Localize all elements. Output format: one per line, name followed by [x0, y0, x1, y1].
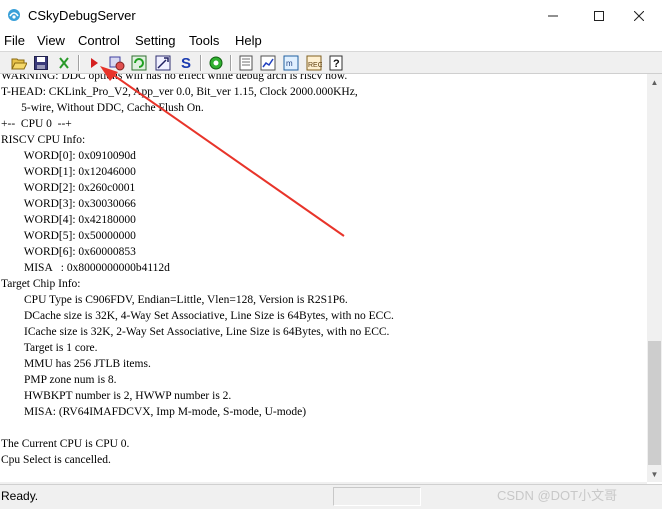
menu-help[interactable]: Help [235, 33, 262, 48]
stop-icon [59, 57, 69, 69]
console-line: MMU has 256 JTLB items. [1, 358, 151, 370]
console-line: RISCV CPU Info: [1, 134, 86, 146]
target-icon [209, 56, 223, 70]
console-line: WORD[5]: 0x50000000 [1, 230, 136, 242]
maximize-icon [594, 10, 604, 21]
scroll-up-icon[interactable]: ▲ [647, 74, 662, 90]
console-line: WORD[4]: 0x42180000 [1, 214, 136, 226]
watermark-text: CSDN @DOT小文哥 [497, 488, 618, 503]
plugin-icon [155, 55, 171, 71]
console-line: +-- CPU 0 --+ [1, 118, 72, 130]
chart-button[interactable] [259, 54, 277, 72]
toolbar-separator [78, 55, 80, 71]
console-line: WORD[0]: 0x0910090d [1, 150, 136, 162]
svg-text:m: m [286, 59, 293, 68]
console-line: WORD[6]: 0x60000853 [1, 246, 136, 258]
console-line: PMP zone num is 8. [1, 374, 117, 386]
run-icon [91, 58, 98, 68]
open-button[interactable] [10, 54, 28, 72]
refresh-icon [131, 55, 147, 71]
register-button[interactable]: REG [305, 54, 323, 72]
status-text: Ready. [1, 489, 39, 503]
script-icon: S [181, 55, 191, 71]
save-icon [34, 56, 48, 70]
console-line: Target Chip Info: [1, 278, 81, 290]
close-button[interactable] [616, 0, 662, 31]
console-line: WORD[2]: 0x260c0001 [1, 182, 136, 194]
minimize-button[interactable] [530, 0, 576, 31]
close-icon [634, 10, 644, 21]
menu-file[interactable]: File [4, 33, 25, 48]
memory-button[interactable]: m [282, 54, 300, 72]
console-line: DCache size is 32K, 4-Way Set Associativ… [1, 310, 394, 322]
console-line: HWBKPT number is 2, HWWP number is 2. [1, 390, 232, 402]
help-icon: ? [329, 55, 343, 71]
run-button[interactable] [85, 54, 103, 72]
console-line: ICache size is 32K, 2-Way Set Associativ… [1, 326, 390, 338]
doc-icon [239, 55, 253, 71]
toolbar: S m REG ? [0, 51, 662, 74]
console-line: T-HEAD: CKLink_Pro_V2, App_ver 0.0, Bit_… [1, 86, 358, 98]
vertical-scrollbar[interactable]: ▲ ▼ [647, 74, 662, 482]
svg-text:REG: REG [308, 62, 322, 69]
config-button[interactable] [108, 54, 126, 72]
toolbar-separator [230, 55, 232, 71]
config-icon [109, 56, 125, 71]
console-line: 5-wire, Without DDC, Cache Flush On. [1, 102, 204, 114]
scrollbar-thumb[interactable] [648, 341, 661, 465]
memory-icon: m [283, 55, 299, 71]
stop-button[interactable] [55, 54, 73, 72]
console-line: The Current CPU is CPU 0. [1, 438, 130, 450]
console-line: Cpu Select is cancelled. [1, 454, 111, 466]
console-text: WARNING: DDC options will has no effect … [1, 74, 394, 468]
title-bar: CSkyDebugServer [0, 0, 662, 31]
console-line: MISA : 0x8000000000b4112d [1, 262, 170, 274]
toolbar-separator [200, 55, 202, 71]
status-bar: Ready. CSDN @DOT小文哥 [0, 484, 662, 509]
console-line: WARNING: DDC options will has no effect … [1, 74, 348, 82]
menu-view[interactable]: View [37, 33, 65, 48]
status-pane [333, 487, 421, 506]
menu-control[interactable]: Control [78, 33, 120, 48]
menu-bar: File View Control Setting Tools Help [0, 31, 662, 51]
console-line: CPU Type is C906FDV, Endian=Little, Vlen… [1, 294, 348, 306]
help-button[interactable]: ? [327, 54, 345, 72]
console-output[interactable]: WARNING: DDC options will has no effect … [0, 74, 647, 482]
open-icon [11, 58, 27, 70]
minimize-icon [548, 15, 558, 16]
document-button[interactable] [237, 54, 255, 72]
script-button[interactable]: S [177, 54, 195, 72]
svg-text:S: S [181, 55, 191, 71]
svg-text:?: ? [333, 58, 340, 70]
app-icon [7, 8, 21, 22]
target-button[interactable] [207, 54, 225, 72]
console-line: Target is 1 core. [1, 342, 98, 354]
register-icon: REG [306, 55, 322, 71]
console-line: WORD[1]: 0x12046000 [1, 166, 136, 178]
menu-setting[interactable]: Setting [135, 33, 175, 48]
menu-tools[interactable]: Tools [189, 33, 219, 48]
chart-icon [260, 55, 276, 71]
console-line: WORD[3]: 0x30030066 [1, 198, 136, 210]
plugin-button[interactable] [154, 54, 172, 72]
scroll-down-icon[interactable]: ▼ [647, 466, 662, 482]
refresh-button[interactable] [130, 54, 148, 72]
console-line: MISA: (RV64IMAFDCVX, Imp M-mode, S-mode,… [1, 406, 307, 418]
save-button[interactable] [32, 54, 50, 72]
window-title: CSkyDebugServer [28, 8, 136, 23]
